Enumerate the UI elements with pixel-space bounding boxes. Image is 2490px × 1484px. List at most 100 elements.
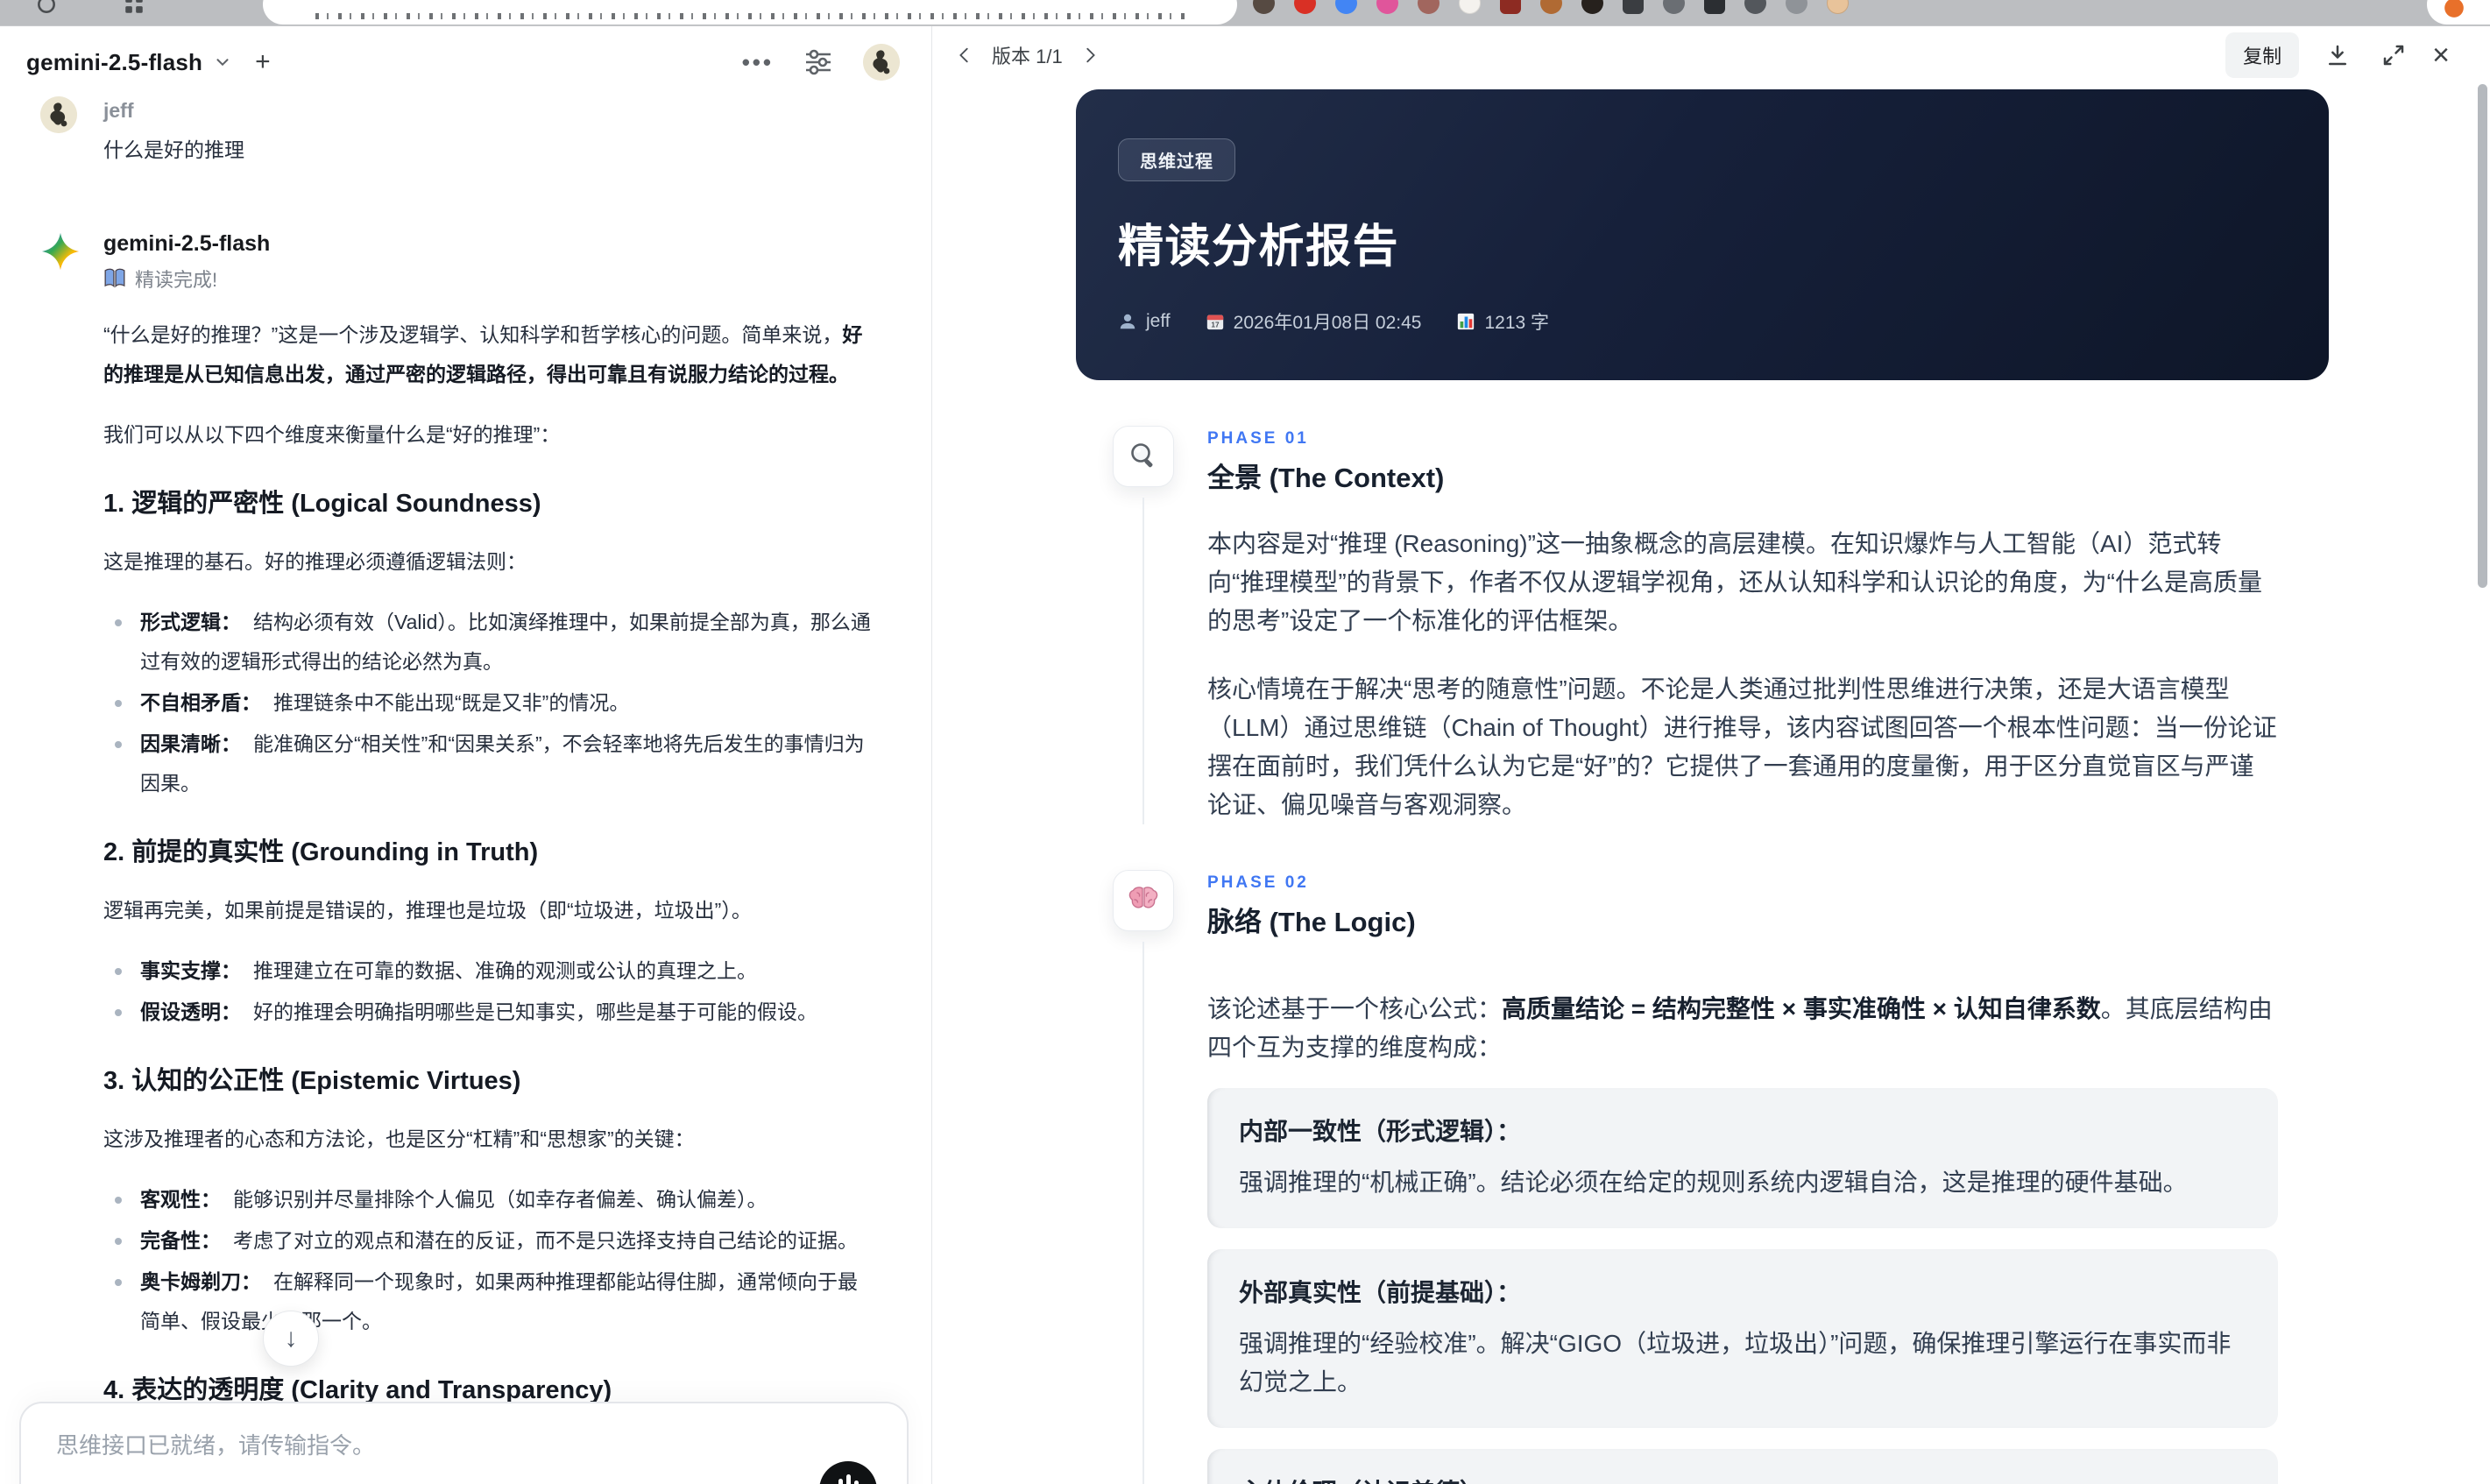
timeline-line [1142, 498, 1144, 824]
book-icon [103, 268, 126, 289]
bar-chart-icon [1456, 312, 1475, 331]
list-item: 不自相矛盾： 推理链条中不能出现“既是又非”的情况。 [103, 683, 877, 723]
message-author: gemini-2.5-flash [103, 231, 271, 256]
chevron-down-icon[interactable] [213, 53, 232, 72]
extension-icons [1253, 0, 1849, 14]
scrollbar-thumb[interactable] [2478, 84, 2487, 588]
brain-icon [1113, 870, 1174, 931]
report-actions: 复制 × [2225, 32, 2450, 78]
svg-text:17: 17 [1211, 321, 1220, 329]
chat-message-list: jeff 什么是好的推理 gemini-2.5-flash 精读完成! “什么是… [0, 91, 931, 1484]
paragraph: 本内容是对“推理 (Reasoning)”这一抽象概念的高层建模。在知识爆炸与人… [1207, 530, 2262, 634]
dimension-text: 强调推理的“机械正确”。结论必须在给定的规则系统内逻辑自洽，这是推理的硬件基础。 [1239, 1169, 2188, 1196]
address-text-clipped [315, 13, 1185, 19]
assistant-message: gemini-2.5-flash 精读完成! “什么是好的推理？”这是一个涉及逻… [40, 230, 877, 1484]
section-lead: 逻辑再完美，如果前提是错误的，推理也是垃圾（即“垃圾进，垃圾出”）。 [103, 899, 752, 922]
dimension-card: 内部一致性（形式逻辑）： 强调推理的“机械正确”。结论必须在给定的规则系统内逻辑… [1207, 1088, 2278, 1228]
settings-sliders-icon[interactable] [802, 46, 835, 79]
list-item: 完备性： 考虑了对立的观点和潜在的反证，而不是只选择支持自己结论的证据。 [103, 1221, 877, 1261]
chat-panel: gemini-2.5-flash + ••• jeff 什么是好的推理 gemi… [0, 26, 932, 1484]
model-selector[interactable]: gemini-2.5-flash [26, 49, 202, 76]
list-item: 客观性： 能够识别并尽量排除个人偏见（如幸存者偏差、确认偏差）。 [103, 1180, 877, 1219]
message-text: 什么是好的推理 [103, 138, 244, 161]
user-avatar[interactable] [863, 44, 900, 81]
bullet-list: 事实支撑： 推理建立在可靠的数据、准确的观测或公认的真理之上。 假设透明： 好的推理… [103, 951, 877, 1032]
report-meta: jeff 17 2026年01月08日 02:45 1213 字 [1118, 308, 2287, 335]
dimension-title: 外部真实性（前提基础）： [1239, 1279, 1522, 1306]
user-avatar [40, 96, 77, 133]
hero-badge: 思维过程 [1118, 138, 1235, 181]
extension-icon[interactable] [1335, 0, 1357, 14]
paragraph: “什么是好的推理？”这是一个涉及逻辑学、认知科学和哲学核心的问题。简单来说，好的… [103, 323, 863, 385]
version-label: 版本 1/1 [992, 46, 1063, 67]
report-content: 思维过程 精读分析报告 jeff 17 2026年01月08日 02:45 12… [932, 84, 2490, 1484]
list-item: 事实支撑： 推理建立在可靠的数据、准确的观测或公认的真理之上。 [103, 951, 877, 991]
paragraph: 核心情境在于解决“思考的随意性”问题。不论是人类通过批判性思维进行决策，还是大语… [1207, 675, 2277, 818]
phase-label: PHASE 02 [1207, 873, 1309, 892]
extension-icon[interactable] [1253, 0, 1275, 14]
extension-icon[interactable] [1418, 0, 1440, 14]
author-meta: jeff [1118, 311, 1171, 332]
extension-icon[interactable] [1581, 0, 1603, 14]
extension-icon[interactable] [1459, 0, 1481, 14]
list-item: 形式逻辑： 结构必须有效（Valid）。比如演绎推理中，如果前提全部为真，那么通过… [103, 603, 877, 682]
bullet-list: 客观性： 能够识别并尽量排除个人偏见（如幸存者偏差、确认偏差）。 完备性： 考虑了对… [103, 1180, 877, 1341]
report-panel: 版本 1/1 复制 × 思维过程 精读分析报告 jeff 17 2026年01月… [932, 26, 2490, 1484]
browser-app-icon[interactable] [2443, 0, 2465, 19]
bullet-list: 形式逻辑： 结构必须有效（Valid）。比如演绎推理中，如果前提全部为真，那么通过… [103, 603, 877, 803]
paragraph: 该论述基于一个核心公式：高质量结论 = 结构完整性 × 事实准确性 × 认知自律… [1207, 995, 2273, 1061]
dimension-title: 内部一致性（形式逻辑）： [1239, 1118, 1522, 1145]
message-author: jeff [103, 99, 134, 122]
list-item: 假设透明： 好的推理会明确指明哪些是已知事实，哪些是基于可能的假设。 [103, 993, 877, 1032]
extension-icon[interactable] [1744, 0, 1766, 14]
dimension-card: 主体伦理（认识美德）： 转向推理者的心理特征。引入奥卡姆剃刀和反向论证，旨在克服… [1207, 1449, 2278, 1484]
app-window: gemini-2.5-flash + ••• jeff 什么是好的推理 gemi… [0, 26, 2490, 1484]
extension-icon[interactable] [1623, 0, 1644, 14]
date-meta: 17 2026年01月08日 02:45 [1206, 308, 1421, 335]
arrow-down-icon: ↓ [284, 1324, 298, 1353]
phase-title: 全景 (The Context) [1207, 463, 1445, 493]
section-lead: 这涉及推理者的心态和方法论，也是区分“杠精”和“思想家”的关键： [103, 1127, 695, 1150]
voice-input-button[interactable] [819, 1461, 877, 1484]
section-lead: 这是推理的基石。好的推理必须遵循逻辑法则： [103, 550, 527, 573]
scroll-to-bottom-button[interactable]: ↓ [263, 1311, 319, 1367]
address-bar[interactable] [263, 0, 1237, 25]
report-hero-card: 思维过程 精读分析报告 jeff 17 2026年01月08日 02:45 12… [1076, 89, 2329, 380]
copy-button[interactable]: 复制 [2225, 32, 2300, 78]
extension-icon[interactable] [1786, 0, 1807, 14]
section-heading: 3. 认知的公正性 (Epistemic Virtues) [103, 1067, 521, 1095]
extension-icon[interactable] [1540, 0, 1562, 14]
composer-placeholder: 思维接口已就绪，请传输指令。 [56, 1432, 376, 1459]
more-options-icon[interactable]: ••• [742, 49, 774, 76]
report-toolbar: 版本 1/1 复制 × [932, 26, 2490, 84]
extension-icon[interactable] [1376, 0, 1398, 14]
browser-grid-icon[interactable] [123, 0, 145, 16]
close-icon[interactable]: × [2432, 40, 2450, 70]
extension-icon[interactable] [1704, 0, 1725, 14]
user-message: jeff 什么是好的推理 [40, 96, 877, 168]
dimension-text: 强调推理的“经验校准”。解决“GIGO（垃圾进，垃圾出）”问题，确保推理引擎运行… [1239, 1330, 2232, 1396]
status-line: 精读完成! [103, 265, 877, 293]
browser-reload-icon[interactable] [35, 0, 58, 16]
chevron-right-icon[interactable] [1077, 42, 1103, 68]
magnifier-icon [1113, 426, 1174, 487]
download-icon[interactable] [2320, 38, 2355, 73]
section-heading: 2. 前提的真实性 (Grounding in Truth) [103, 838, 539, 866]
message-composer[interactable]: 思维接口已就绪，请传输指令。 + [19, 1402, 909, 1484]
dimension-card: 外部真实性（前提基础）： 强调推理的“经验校准”。解决“GIGO（垃圾进，垃圾出… [1207, 1249, 2278, 1428]
extension-icon[interactable] [1500, 0, 1521, 14]
phase-section-logic: PHASE 02 脉络 (The Logic) 该论述基于一个核心公式：高质量结… [1076, 870, 2329, 1484]
expand-icon[interactable] [2376, 38, 2411, 73]
assistant-response: “什么是好的推理？”这是一个涉及逻辑学、认知科学和哲学核心的问题。简单来说，好的… [103, 315, 877, 1484]
extension-icon[interactable] [1294, 0, 1316, 14]
extension-icon[interactable] [1663, 0, 1685, 14]
profile-avatar[interactable] [1827, 0, 1849, 14]
new-chat-button[interactable]: + [255, 49, 271, 75]
list-item: 奥卡姆剃刀： 在解释同一个现象时，如果两种推理都能站得住脚，通常倾向于最简单、假设… [103, 1262, 877, 1341]
gemini-star-icon [40, 231, 103, 1484]
phase-label: PHASE 01 [1207, 429, 1309, 448]
version-navigator: 版本 1/1 [951, 41, 1103, 69]
phase-rail [1113, 870, 1174, 1484]
phase-section-context: PHASE 01 全景 (The Context) 本内容是对“推理 (Reas… [1076, 426, 2329, 824]
chevron-left-icon[interactable] [951, 42, 978, 68]
